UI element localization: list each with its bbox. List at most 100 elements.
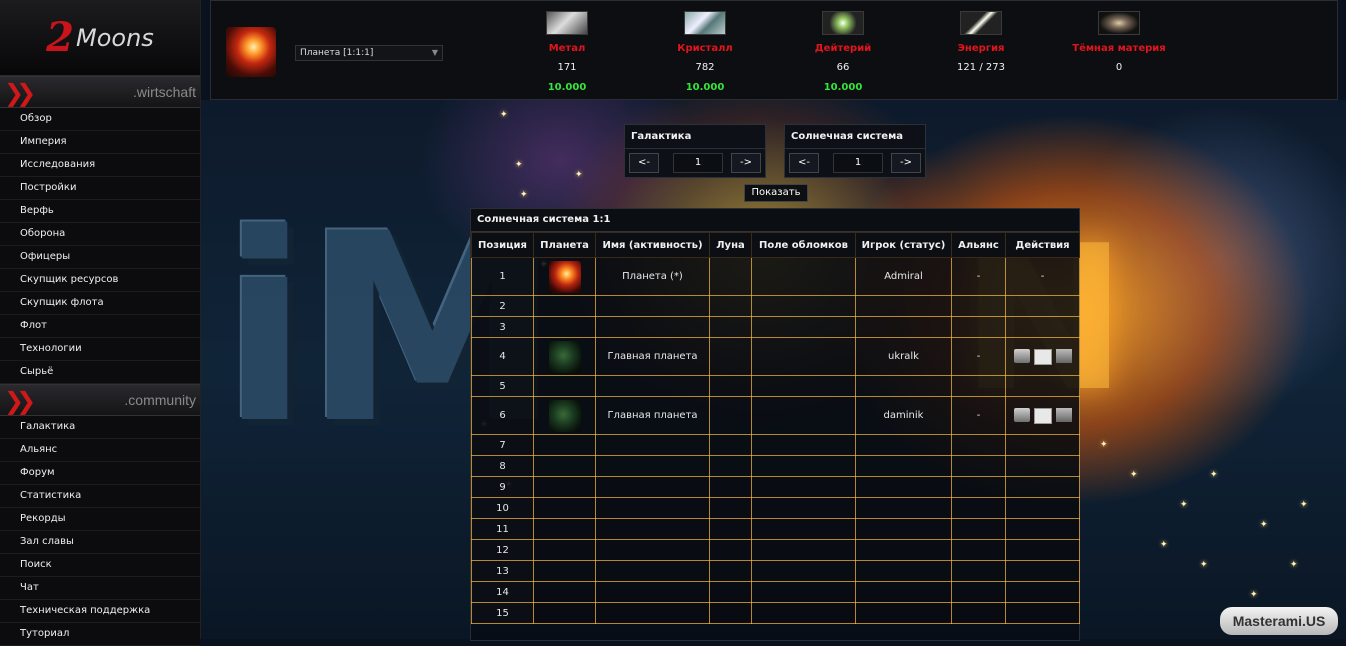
resource-metal: Метал 171 10.000 — [507, 11, 627, 93]
sidebar-item[interactable]: Оборона — [0, 223, 200, 246]
column-header: Позиция — [471, 232, 534, 258]
column-header: Луна — [709, 232, 752, 258]
sidebar-section-title: .wirtschaft — [132, 84, 196, 100]
planet-name-cell — [595, 375, 710, 397]
debris-cell — [751, 375, 856, 397]
resource-production: 10.000 — [547, 82, 587, 93]
column-header: Игрок (статус) — [855, 232, 952, 258]
player-cell[interactable]: Admiral — [855, 257, 952, 296]
galaxy-view-title: Солнечная система 1:1 — [471, 209, 1079, 232]
planet-name-cell[interactable]: Главная планета — [595, 396, 710, 435]
sidebar-item[interactable]: Туториал — [0, 623, 200, 646]
galaxy-row: 5 — [471, 375, 1080, 397]
galaxy-row: 4 Главная планета ukralk - — [471, 337, 1080, 376]
position-cell: 12 — [471, 539, 534, 561]
actions-cell — [1005, 316, 1080, 338]
sidebar-item[interactable]: Альянс — [0, 439, 200, 462]
moon-cell — [709, 476, 752, 498]
galaxy-view: Солнечная система 1:1 Позиция Планета Имя … — [470, 208, 1080, 641]
sidebar-item[interactable]: Сырьё — [0, 361, 200, 384]
sidebar-item[interactable]: Поиск — [0, 554, 200, 577]
position-cell: 6 — [471, 396, 534, 435]
position-cell: 3 — [471, 316, 534, 338]
message-icon[interactable] — [1033, 407, 1052, 424]
galaxy-prev-button[interactable]: <- — [629, 153, 659, 173]
planet-cell — [533, 316, 596, 338]
galaxy-next-button[interactable]: -> — [731, 153, 761, 173]
game-logo[interactable]: 2 Moons — [0, 0, 200, 76]
position-cell: 2 — [471, 295, 534, 317]
planet-cell — [533, 581, 596, 603]
planet-name-cell[interactable]: Главная планета — [595, 337, 710, 376]
sidebar-item[interactable]: Зал славы — [0, 531, 200, 554]
sidebar-section-title: .community — [124, 392, 196, 408]
system-next-button[interactable]: -> — [891, 153, 921, 173]
sidebar-item[interactable]: Скупщик флота — [0, 292, 200, 315]
system-input[interactable]: 1 — [833, 153, 883, 173]
sidebar-item[interactable]: Скупщик ресурсов — [0, 269, 200, 292]
resource-name: Метал — [548, 43, 586, 54]
planet-cell — [533, 375, 596, 397]
system-prev-button[interactable]: <- — [789, 153, 819, 173]
sidebar-section-header: ❯❯ .community — [0, 384, 200, 416]
player-cell[interactable]: ukralk — [855, 337, 952, 376]
buddy-request-icon[interactable] — [1055, 407, 1072, 422]
planet-name-cell — [595, 581, 710, 603]
planet-cell — [533, 434, 596, 456]
sidebar-item[interactable]: Техническая поддержка — [0, 600, 200, 623]
spy-probe-icon[interactable] — [1013, 348, 1030, 363]
sparkle-icon: ✦ — [1300, 500, 1308, 510]
planet-thumbnail[interactable] — [548, 399, 581, 432]
moon-cell — [709, 497, 752, 519]
planet-name-cell — [595, 295, 710, 317]
player-cell — [855, 581, 952, 603]
planet-thumbnail[interactable] — [548, 340, 581, 373]
planet-select[interactable]: Планета [1:1:1] ▼ — [295, 45, 443, 61]
debris-cell — [751, 316, 856, 338]
galaxy-input[interactable]: 1 — [673, 153, 723, 173]
buddy-request-icon[interactable] — [1055, 348, 1072, 363]
sidebar-item[interactable]: Империя — [0, 131, 200, 154]
sidebar-item[interactable]: Офицеры — [0, 246, 200, 269]
sidebar-item[interactable]: Статистика — [0, 485, 200, 508]
sidebar-item[interactable]: Постройки — [0, 177, 200, 200]
spy-probe-icon[interactable] — [1013, 407, 1030, 422]
moon-cell — [709, 316, 752, 338]
sparkle-icon: ✦ — [515, 160, 523, 170]
sidebar-item[interactable]: Флот — [0, 315, 200, 338]
moon-cell — [709, 396, 752, 435]
sidebar-item[interactable]: Исследования — [0, 154, 200, 177]
sidebar-item[interactable]: Верфь — [0, 200, 200, 223]
planet-thumbnail[interactable] — [548, 260, 581, 293]
actions-cell — [1005, 455, 1080, 477]
sidebar-item[interactable]: Галактика — [0, 416, 200, 439]
position-cell: 5 — [471, 375, 534, 397]
planet-name-cell — [595, 602, 710, 624]
sidebar-item[interactable]: Технологии — [0, 338, 200, 361]
current-planet-image[interactable] — [226, 27, 276, 77]
alliance-cell — [951, 316, 1006, 338]
planet-name-cell — [595, 316, 710, 338]
resource-amount: 171 — [557, 62, 577, 73]
planet-cell — [533, 539, 596, 561]
show-button[interactable]: Показать — [744, 184, 808, 202]
sidebar-item[interactable]: Чат — [0, 577, 200, 600]
player-cell — [855, 375, 952, 397]
alliance-cell — [951, 434, 1006, 456]
sidebar-item[interactable]: Рекорды — [0, 508, 200, 531]
sidebar-item[interactable]: Форум — [0, 462, 200, 485]
moon-cell — [709, 434, 752, 456]
actions-cell — [1005, 602, 1080, 624]
planet-name-cell[interactable]: Планета (*) — [595, 257, 710, 296]
resource-name: Тёмная материя — [1072, 43, 1166, 54]
message-icon[interactable] — [1033, 348, 1052, 365]
planet-cell[interactable] — [533, 396, 596, 435]
player-cell[interactable]: daminik — [855, 396, 952, 435]
player-cell — [855, 602, 952, 624]
planet-cell — [533, 295, 596, 317]
sidebar-item[interactable]: Обзор — [0, 108, 200, 131]
planet-cell[interactable] — [533, 257, 596, 296]
planet-cell[interactable] — [533, 337, 596, 376]
position-cell: 7 — [471, 434, 534, 456]
double-chevron-icon: ❯❯ — [4, 387, 36, 415]
